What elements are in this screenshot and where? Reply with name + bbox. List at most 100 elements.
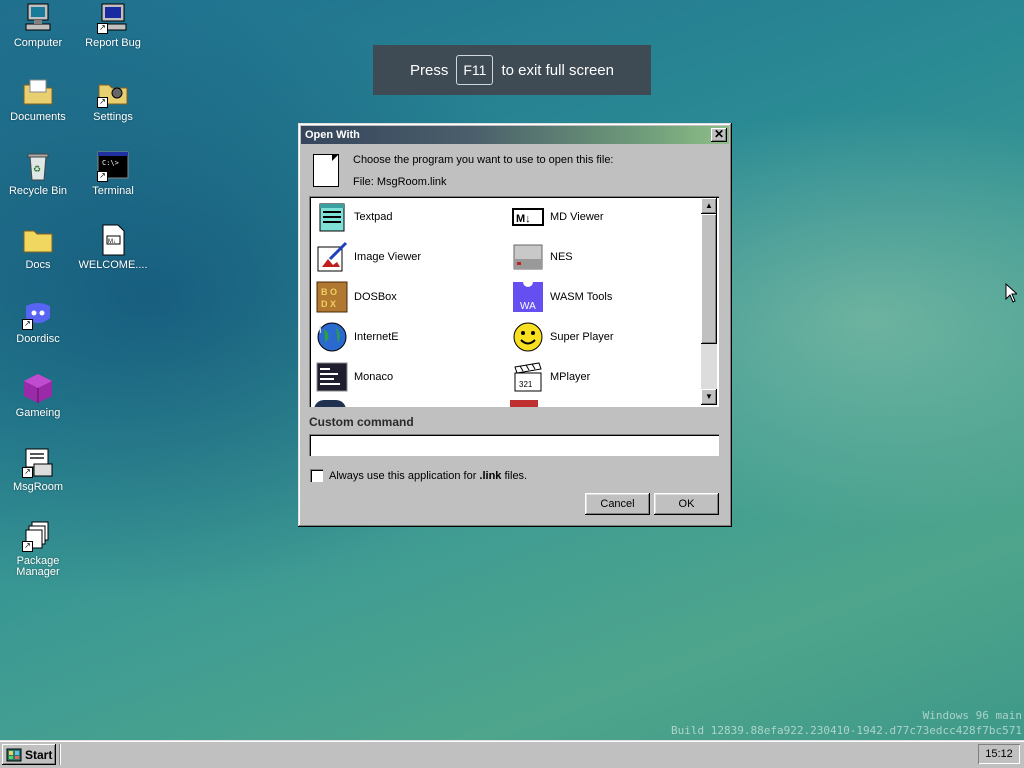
dialog-titlebar[interactable]: Open With ✕ [301,126,729,144]
scroll-down-button[interactable]: ▼ [701,389,717,405]
program-label: Image Viewer [354,251,422,263]
desktop-icon-computer[interactable]: Computer [1,2,75,49]
always-use-row: Always use this application for .link fi… [310,469,527,482]
desktop-icon-label: Package Manager [16,555,60,578]
monaco-editor-icon [316,361,348,393]
start-logo-icon [6,748,22,761]
program-label: Monaco [354,371,394,383]
always-use-prefix: Always use this application for [329,469,480,482]
terminal-icon: C:\> ↗ [97,150,129,182]
folder-icon [22,224,54,256]
doordisc-icon: ↗ [22,298,54,330]
program-label: InternetE [354,331,399,343]
dialog-prompt: Choose the program you want to use to op… [353,154,614,166]
desktop-icon-settings[interactable]: ↗ Settings [76,76,150,123]
toast-text-after: to exit full screen [501,61,614,79]
dosbox-icon: B O D X [316,281,348,313]
program-label: NES [550,251,573,263]
desktop-icon-msgroom[interactable]: ↗ MsgRoom [1,446,75,493]
svg-text:I: I [319,325,322,336]
svg-text:D X: D X [321,299,336,309]
smiley-icon [512,321,544,353]
file-icon [313,154,339,187]
desktop-icon-report-bug[interactable]: ↗ Report Bug [76,2,150,49]
image-viewer-icon [316,241,348,273]
notepad-icon [316,201,348,233]
start-label: Start [25,747,53,762]
desktop-icon-label: MsgRoom [12,481,64,493]
program-item-super-player[interactable]: Super Player [508,319,698,355]
desktop-icon-gameing[interactable]: Gameing [1,372,75,419]
desktop-icon-terminal[interactable]: C:\> ↗ Terminal [76,150,150,197]
recycle-bin-icon: ♻ [22,150,54,182]
desktop-icon-label: Recycle Bin [8,185,68,197]
svg-text:WA: WA [520,301,536,312]
program-label: Textpad [354,211,393,223]
desktop-icon-docs[interactable]: Docs [1,224,75,271]
partial-program-icon [510,400,538,407]
close-button[interactable]: ✕ [711,128,727,142]
desktop-icon-label: Documents [10,111,66,123]
start-button[interactable]: Start [2,744,56,765]
desktop-icon-label: Settings [93,111,133,123]
desktop-icon-label: Gameing [15,407,61,419]
program-item-dosbox[interactable]: B O D X DOSBox [312,279,502,315]
always-use-extension: .link [479,469,502,482]
msgroom-icon: ↗ [22,446,54,478]
report-bug-icon: ↗ [97,2,129,34]
desktop-icon-documents[interactable]: Documents [1,76,75,123]
program-label: DOSBox [354,291,397,303]
cube-icon [22,372,54,404]
scrollbar-thumb[interactable] [701,214,717,344]
program-label: MD Viewer [550,211,604,223]
desktop-icon-label: Docs [25,259,51,271]
computer-icon [22,2,54,34]
program-item-wasm-tools[interactable]: WA WASM Tools [508,279,698,315]
program-item-mplayer[interactable]: 321 MPlayer [508,359,698,395]
build-watermark: Windows 96 main Build 12839.88efa922.230… [671,708,1022,738]
markdown-viewer-icon: M↓ [512,201,544,233]
settings-folder-icon: ↗ [97,76,129,108]
desktop-icon-doordisc[interactable]: ↗ Doordisc [1,298,75,345]
program-item-monaco[interactable]: Monaco [312,359,502,395]
program-list-scrollbar[interactable]: ▲ ▼ [701,198,717,405]
globe-icon: I [316,321,348,353]
desktop-icon-welcome[interactable]: M↓ WELCOME.... [76,224,150,271]
custom-command-input[interactable] [309,434,719,456]
program-item-md-viewer[interactable]: M↓ MD Viewer [508,199,698,235]
program-item-internete[interactable]: I InternetE [312,319,502,355]
file-name-label: File: MsgRoom.link [353,176,447,188]
partial-program-icon [314,400,346,407]
open-with-dialog: Open With ✕ Choose the program you want … [298,123,732,527]
ok-button[interactable]: OK [654,493,719,515]
desktop-icon-recycle-bin[interactable]: ♻ Recycle Bin [1,150,75,197]
svg-text:M↓: M↓ [516,213,531,225]
program-item-image-viewer[interactable]: Image Viewer [312,239,502,275]
svg-text:321: 321 [519,380,533,389]
markdown-file-icon: M↓ [97,224,129,256]
documents-folder-icon [22,76,54,108]
dialog-title: Open With [305,129,360,141]
toast-text-before: Press [410,61,449,79]
program-label: MPlayer [550,371,591,383]
svg-text:C:\>: C:\> [102,159,119,167]
svg-text:M↓: M↓ [108,239,116,245]
always-use-label[interactable]: Always use this application for .link fi… [329,470,527,482]
toast-key: F11 [456,55,494,85]
build-watermark-line2: Build 12839.88efa922.230410-1942.d77c73e… [671,724,1022,737]
svg-text:B O: B O [321,287,337,297]
build-watermark-line1: Windows 96 main [922,709,1022,722]
program-item-nes[interactable]: NES [508,239,698,275]
desktop-icon-label: WELCOME.... [78,259,148,271]
cancel-button[interactable]: Cancel [585,493,650,515]
always-use-checkbox[interactable] [310,469,323,482]
nes-icon [512,241,544,273]
desktop-icon-package-manager[interactable]: ↗ Package Manager [1,520,75,578]
program-label: Super Player [550,331,614,343]
program-list[interactable]: Textpad M↓ MD Viewer Image Viewer NES B … [309,196,719,407]
desktop-icon-label: Doordisc [16,333,60,345]
program-item-textpad[interactable]: Textpad [312,199,502,235]
taskbar-clock: 15:12 [978,744,1020,764]
wasm-icon: WA [512,281,544,313]
scroll-up-button[interactable]: ▲ [701,198,717,214]
